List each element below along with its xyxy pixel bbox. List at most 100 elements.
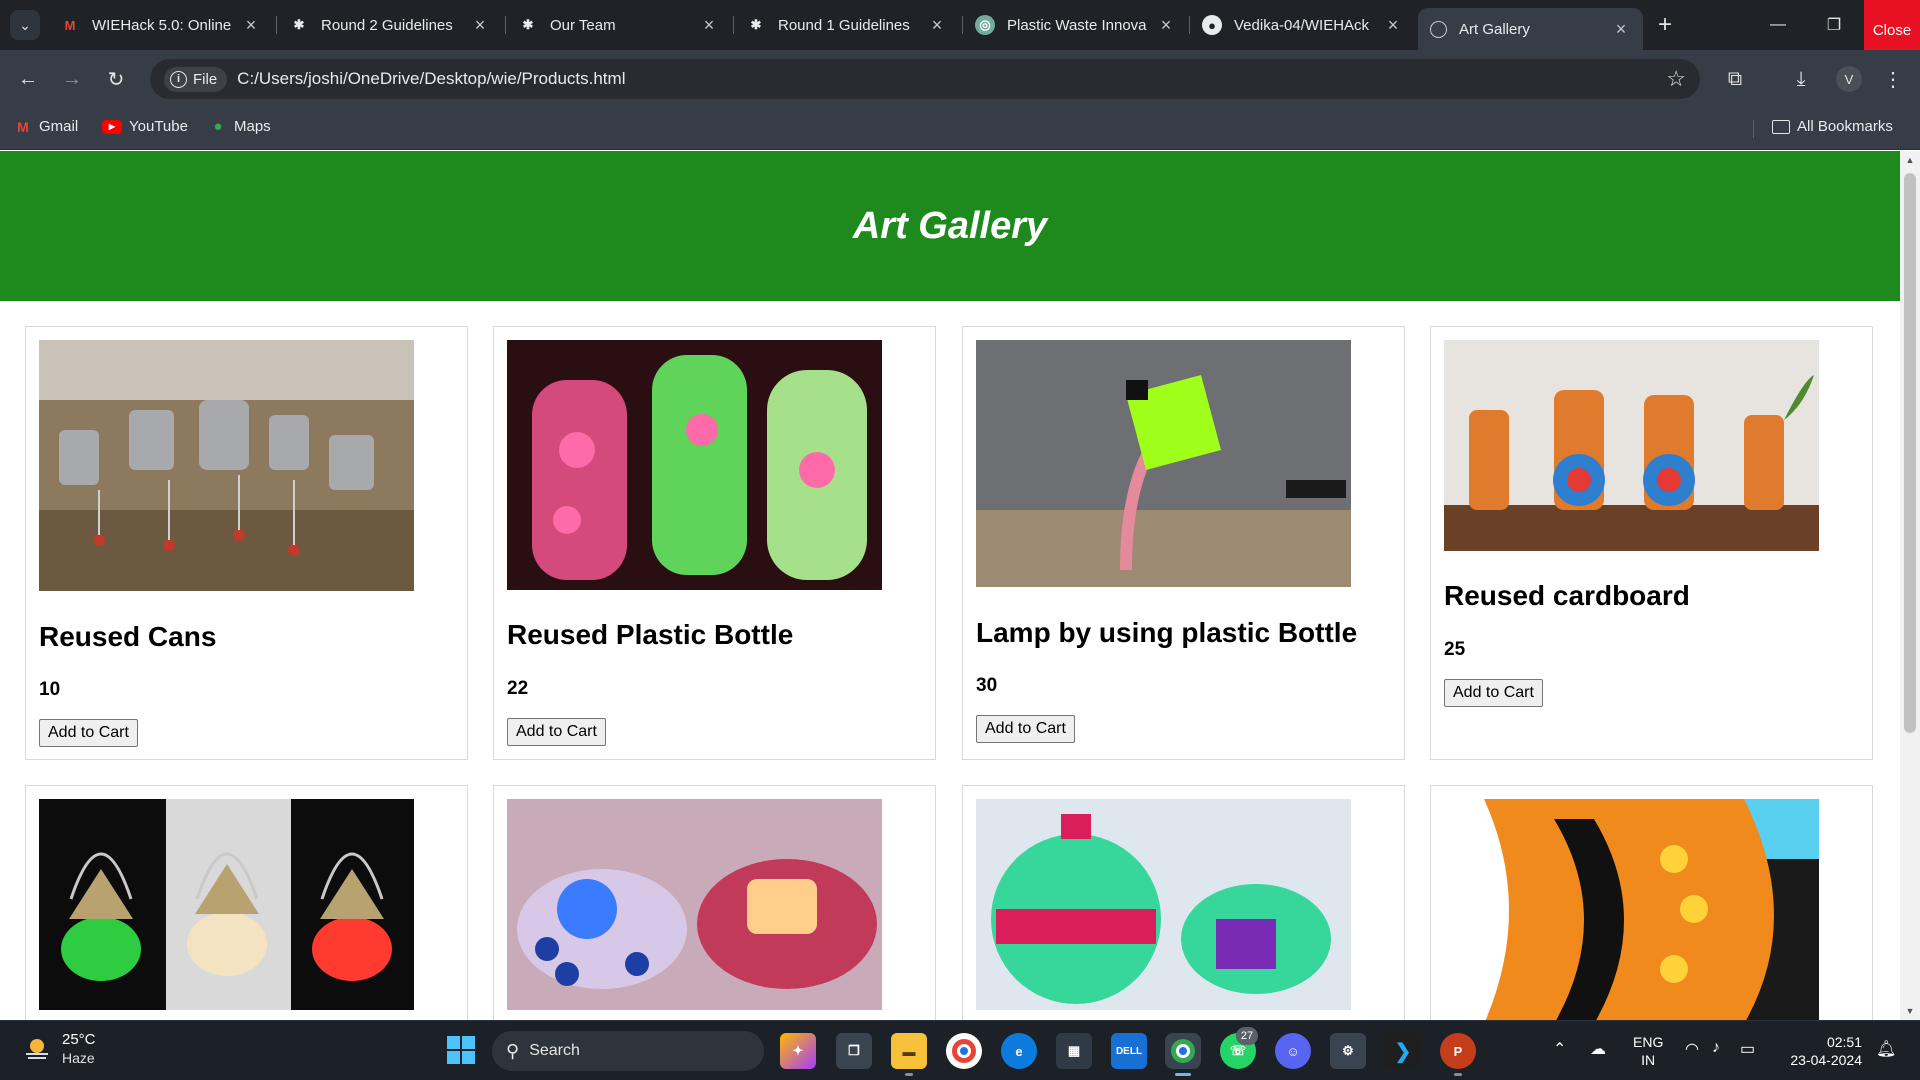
chrome-icon[interactable] (946, 1033, 982, 1069)
settings-gear-icon[interactable]: ⚙ (1330, 1033, 1366, 1069)
all-bookmarks[interactable]: All Bookmarks (1772, 118, 1893, 135)
product-image (507, 340, 882, 590)
new-tab-button[interactable]: + (1650, 10, 1680, 40)
github-icon: ● (1202, 15, 1222, 35)
tab-title: Vedika-04/WIEHAck (1234, 16, 1370, 34)
system-clock[interactable]: 02:51 23-04-2024 (1786, 1033, 1862, 1069)
clock-date: 23-04-2024 (1790, 1052, 1862, 1068)
tab-art-gallery[interactable]: Art Gallery × (1418, 8, 1643, 50)
minimize-button[interactable]: — (1750, 0, 1806, 50)
back-button[interactable]: ← (12, 63, 44, 95)
onedrive-cloud-icon[interactable]: ☁ (1590, 1039, 1606, 1059)
close-icon[interactable]: × (1156, 15, 1176, 36)
tab-title: Round 1 Guidelines (778, 16, 910, 34)
plus-icon: + (1657, 11, 1672, 38)
address-bar[interactable]: i File C:/Users/joshi/OneDrive/Desktop/w… (150, 59, 1700, 99)
product-name: Reused Plastic Bottle (507, 619, 794, 650)
profile-avatar[interactable]: V (1836, 66, 1862, 92)
file-explorer-icon[interactable]: ▬ (891, 1033, 927, 1069)
product-image (507, 799, 882, 1010)
scroll-up-arrow-icon[interactable]: ▲ (1900, 151, 1920, 169)
close-icon[interactable]: × (699, 15, 719, 36)
volume-icon[interactable]: ♪ (1712, 1039, 1720, 1057)
add-to-cart-button[interactable]: Add to Cart (507, 718, 606, 746)
powerpoint-icon[interactable]: P (1440, 1033, 1476, 1069)
product-card (25, 785, 468, 1020)
running-indicator (1454, 1073, 1462, 1076)
reload-button[interactable]: ↻ (100, 63, 132, 95)
notification-bell-icon[interactable]: 🔔︎ (1876, 1039, 1896, 1059)
scroll-down-arrow-icon[interactable]: ▼ (1900, 1002, 1920, 1020)
discord-icon[interactable]: ☺ (1275, 1033, 1311, 1069)
extensions-icon[interactable]: ⧉ (1720, 64, 1750, 94)
clock-time: 02:51 (1826, 1034, 1862, 1050)
dell-app-icon[interactable]: DELL (1111, 1033, 1147, 1069)
battery-icon[interactable]: ▭ (1740, 1039, 1755, 1059)
bookmark-gmail[interactable]: M Gmail (14, 118, 78, 135)
arrow-left-icon: ← (18, 67, 38, 90)
wifi-icon[interactable]: ◠ (1685, 1039, 1699, 1059)
page-header: Art Gallery (0, 151, 1900, 301)
tab-search-button[interactable]: ⌄ (10, 10, 40, 40)
window-close-button[interactable]: Close (1864, 0, 1920, 50)
product-card: Reused cardboard 25 Add to Cart (1430, 326, 1873, 760)
close-icon[interactable]: × (1611, 19, 1631, 40)
youtube-icon: ▶ (102, 119, 122, 134)
language-region: IN (1641, 1052, 1656, 1068)
product-image (1444, 340, 1819, 551)
add-to-cart-button[interactable]: Add to Cart (39, 719, 138, 747)
notification-badge: 27 (1236, 1027, 1258, 1045)
task-view-icon[interactable]: ❐ (836, 1033, 872, 1069)
chrome-active-icon[interactable] (1165, 1033, 1201, 1069)
arrow-right-icon: → (62, 67, 82, 90)
product-image (976, 799, 1351, 1010)
close-icon[interactable]: × (470, 15, 490, 36)
minimize-icon: — (1770, 16, 1786, 33)
restore-icon: ❐ (1826, 17, 1842, 34)
forward-button[interactable]: → (56, 63, 88, 95)
tab-our-team[interactable]: ✱ Our Team × (506, 8, 731, 42)
close-icon[interactable]: × (241, 15, 261, 36)
language-indicator[interactable]: ENG IN (1633, 1033, 1663, 1069)
product-card: Lamp by using plastic Bottle 30 Add to C… (962, 326, 1405, 760)
close-icon[interactable]: × (1383, 15, 1403, 36)
tab-plastic-waste[interactable]: ◎ Plastic Waste Innova × (963, 8, 1188, 42)
page-title: Art Gallery (852, 204, 1048, 247)
product-name: Reused Cans (39, 621, 217, 652)
bookmark-star-icon[interactable]: ☆ (1666, 66, 1686, 92)
tab-wiehack[interactable]: M WIEHack 5.0: Online × (48, 8, 273, 42)
chevron-down-icon: ⌄ (19, 16, 31, 33)
bookmark-label: YouTube (129, 118, 188, 135)
add-to-cart-button[interactable]: Add to Cart (976, 715, 1075, 743)
edge-icon[interactable]: e (1001, 1033, 1037, 1069)
bookmark-youtube[interactable]: ▶ YouTube (102, 118, 188, 135)
download-icon[interactable]: ⤓ (1786, 64, 1816, 94)
reload-icon: ↻ (107, 68, 125, 91)
site-info-chip[interactable]: i File (164, 66, 228, 92)
product-name: Lamp by using plastic Bottle (976, 617, 1358, 648)
product-image (1444, 799, 1819, 1020)
copilot-app-icon[interactable]: ✦ (780, 1033, 816, 1069)
scroll-thumb[interactable] (1904, 173, 1916, 733)
tab-round-1-guidelines[interactable]: ✱ Round 1 Guidelines × (734, 8, 959, 42)
url-text[interactable]: C:/Users/joshi/OneDrive/Desktop/wie/Prod… (237, 69, 1666, 89)
bookmark-label: Maps (234, 118, 271, 135)
close-icon[interactable]: × (927, 15, 947, 36)
windows-start-icon[interactable] (446, 1035, 476, 1065)
taskbar-search-placeholder: Search (529, 1042, 580, 1059)
weather-widget[interactable]: 25°C Haze (22, 1031, 96, 1067)
chevron-up-icon[interactable]: ⌃ (1553, 1039, 1566, 1059)
tab-github[interactable]: ● Vedika-04/WIEHAck × (1190, 8, 1415, 42)
vscode-icon[interactable]: ❯ (1385, 1033, 1421, 1069)
more-menu-icon[interactable]: ⋮ (1878, 64, 1908, 94)
tab-round-2-guidelines[interactable]: ✱ Round 2 Guidelines × (277, 8, 502, 42)
page-scrollbar[interactable]: ▲ ▼ (1900, 151, 1920, 1020)
microsoft-store-icon[interactable]: ▦ (1056, 1033, 1092, 1069)
bookmark-maps[interactable]: ● Maps (209, 118, 271, 135)
product-card: Reused Plastic Bottle 22 Add to Cart (493, 326, 936, 760)
restore-button[interactable]: ❐ (1806, 0, 1862, 50)
taskbar-search-box[interactable]: ⚲ Search (492, 1031, 764, 1071)
gmail-icon: M (64, 17, 76, 33)
gear-people-icon: ✱ (750, 17, 762, 32)
add-to-cart-button[interactable]: Add to Cart (1444, 679, 1543, 707)
